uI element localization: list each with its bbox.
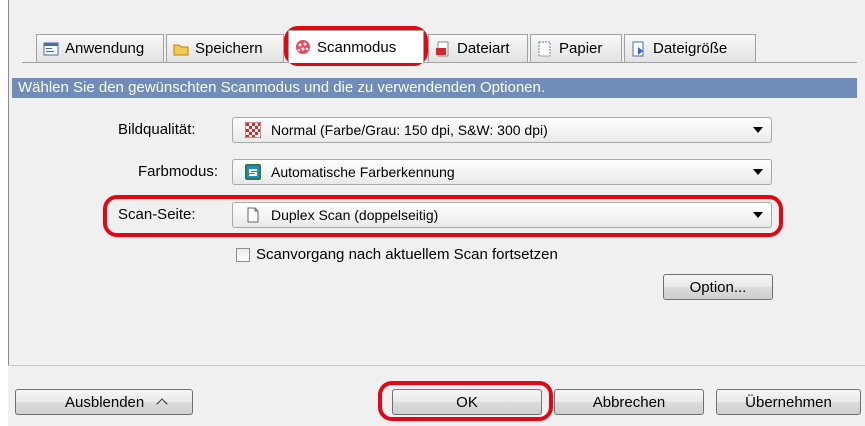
- color-mode-icon: [245, 164, 261, 180]
- option-button[interactable]: Option...: [663, 274, 773, 300]
- bildqualitaet-label: Bildqualität:: [118, 121, 196, 138]
- apply-button[interactable]: Übernehmen: [716, 389, 861, 415]
- bildqualitaet-dropdown[interactable]: Normal (Farbe/Grau: 150 dpi, S&W: 300 dp…: [232, 117, 772, 143]
- farbmodus-value: Automatische Farberkennung: [271, 164, 455, 180]
- tab-papier[interactable]: Papier: [530, 34, 622, 62]
- page-icon: [245, 207, 261, 223]
- tab-scanmodus[interactable]: Scanmodus: [288, 30, 424, 63]
- pdf-file-icon: [435, 41, 451, 57]
- tab-speichern[interactable]: Speichern: [166, 34, 284, 62]
- ok-button[interactable]: OK: [392, 389, 542, 415]
- paper-icon: [537, 41, 553, 57]
- application-icon: [43, 41, 59, 57]
- chevron-down-icon: [753, 169, 763, 175]
- hide-button[interactable]: Ausblenden: [15, 389, 193, 415]
- scanmode-icon: [295, 39, 311, 55]
- tab-anwendung[interactable]: Anwendung: [36, 34, 164, 62]
- farbmodus-dropdown[interactable]: Automatische Farberkennung: [232, 159, 772, 185]
- cancel-button[interactable]: Abbrechen: [554, 389, 704, 415]
- scanseite-value: Duplex Scan (doppelseitig): [271, 207, 439, 223]
- tab-label: Anwendung: [65, 40, 145, 57]
- section-header: Wählen Sie den gewünschten Scanmodus und…: [12, 78, 857, 98]
- farbmodus-label: Farbmodus:: [138, 163, 219, 180]
- chevron-up-icon: [156, 398, 168, 410]
- hide-button-label: Ausblenden: [65, 393, 145, 411]
- tab-label: Papier: [559, 40, 603, 57]
- bildqualitaet-value: Normal (Farbe/Grau: 150 dpi, S&W: 300 dp…: [271, 122, 548, 138]
- continue-scan-label: Scanvorgang nach aktuellem Scan fortsetz…: [256, 246, 558, 263]
- tab-dateigroesse[interactable]: Dateigröße: [624, 34, 756, 62]
- tab-label: Speichern: [195, 40, 263, 57]
- folder-icon: [173, 41, 189, 57]
- scanseite-dropdown[interactable]: Duplex Scan (doppelseitig): [232, 202, 772, 228]
- quality-icon: [244, 121, 262, 139]
- tab-label: Scanmodus: [317, 38, 397, 56]
- tab-label: Dateiart: [457, 40, 510, 57]
- scanseite-label: Scan-Seite:: [118, 206, 196, 223]
- tab-dateiart[interactable]: Dateiart: [428, 34, 528, 62]
- filesize-icon: [631, 41, 647, 57]
- tab-label: Dateigröße: [653, 40, 728, 57]
- chevron-down-icon: [753, 127, 763, 133]
- chevron-down-icon: [753, 212, 763, 218]
- continue-scan-checkbox[interactable]: [236, 248, 250, 262]
